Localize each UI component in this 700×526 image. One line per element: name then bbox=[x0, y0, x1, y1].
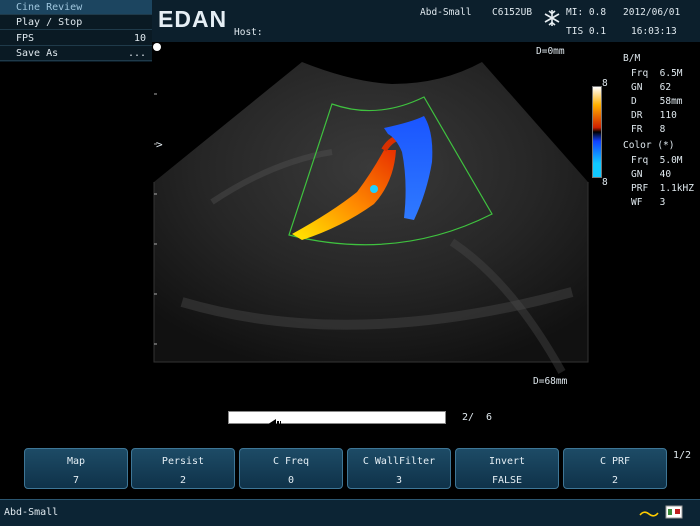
color-title: Color (*) bbox=[623, 140, 675, 151]
softkey-value: 0 bbox=[287, 475, 295, 486]
play-stop-label: Play / Stop bbox=[16, 17, 83, 28]
color-scale-top: 8 bbox=[602, 78, 608, 89]
softkey-label: Persist bbox=[161, 456, 205, 467]
softkey-label: C WallFilter bbox=[362, 456, 436, 467]
cine-review-item[interactable]: Cine Review bbox=[0, 0, 152, 15]
softkey-invert[interactable]: Invert FALSE bbox=[455, 448, 559, 489]
color-prf: PRF 1.1kHZ bbox=[631, 183, 694, 194]
fps-item[interactable]: FPS 10 bbox=[0, 31, 152, 46]
softkey-map[interactable]: Map 7 bbox=[24, 448, 128, 489]
play-stop-item[interactable]: Play / Stop bbox=[0, 15, 152, 30]
edan-logo: EDAN bbox=[158, 6, 228, 32]
cine-menu: Cine Review Play / Stop FPS 10 Save As .… bbox=[0, 0, 152, 62]
page-indicator[interactable]: 1/2 bbox=[673, 450, 691, 461]
color-wf: WF 3 bbox=[631, 197, 666, 208]
bm-d: D 58mm bbox=[631, 96, 683, 107]
host-label: Host: bbox=[234, 27, 263, 38]
softkey-label: C PRF bbox=[599, 456, 631, 467]
softkey-value: 2 bbox=[611, 475, 619, 486]
bm-frq: Frq 6.5M bbox=[631, 68, 683, 79]
depth-bottom: D=68mm bbox=[533, 376, 568, 387]
softkey-label: C Freq bbox=[272, 456, 310, 467]
fps-label: FPS bbox=[16, 33, 35, 44]
softkey-label: Map bbox=[66, 456, 86, 467]
color-gn: GN 40 bbox=[631, 169, 672, 180]
bm-dr: DR 110 bbox=[631, 110, 677, 121]
orientation-marker: > bbox=[156, 138, 163, 151]
tis-readout: TIS 0.1 bbox=[566, 26, 607, 37]
color-params: Frq 5.0M GN 40 PRF 1.1kHZ WF 3 bbox=[631, 154, 694, 210]
exam-name: Abd-Small bbox=[420, 7, 472, 18]
cine-total: 6 bbox=[486, 412, 493, 423]
cine-review-label: Cine Review bbox=[16, 2, 83, 13]
network-icon bbox=[665, 504, 683, 523]
softkey-persist[interactable]: Persist 2 bbox=[131, 448, 235, 489]
depth-top: D=0mm bbox=[536, 46, 565, 57]
cine-cursor-icon[interactable] bbox=[269, 413, 283, 428]
softkey-label: Invert bbox=[488, 456, 526, 467]
status-exam: Abd-Small bbox=[4, 507, 59, 518]
color-scale-bar bbox=[592, 86, 602, 178]
save-as-label: Save As bbox=[16, 48, 59, 59]
bm-fr: FR 8 bbox=[631, 124, 666, 135]
ultrasound-image bbox=[153, 43, 589, 374]
time-readout: 16:03:13 bbox=[631, 26, 677, 37]
color-scale-bottom: 8 bbox=[602, 177, 608, 188]
softkey-value: 7 bbox=[72, 475, 80, 486]
bm-gn: GN 62 bbox=[631, 82, 672, 93]
softkey-value: 2 bbox=[179, 475, 187, 486]
softkey-c-freq[interactable]: C Freq 0 bbox=[239, 448, 343, 489]
softkey-c-wallfilter[interactable]: C WallFilter 3 bbox=[347, 448, 451, 489]
freeze-icon bbox=[543, 9, 561, 31]
probe-name: C6152UB bbox=[492, 7, 533, 18]
softkey-c-prf[interactable]: C PRF 2 bbox=[563, 448, 667, 489]
mi-readout: MI: 0.8 bbox=[566, 7, 607, 18]
date-readout: 2012/06/01 bbox=[623, 7, 681, 18]
save-as-item[interactable]: Save As ... bbox=[0, 46, 152, 61]
wave-icon bbox=[639, 505, 659, 524]
cine-frame: 2/ bbox=[462, 412, 475, 423]
bm-title: B/M bbox=[623, 53, 641, 64]
bm-params: Frq 6.5M GN 62 D 58mm DR 110 FR 8 bbox=[631, 67, 683, 137]
cine-progress-bar[interactable] bbox=[228, 411, 446, 428]
status-bar bbox=[0, 499, 700, 526]
softkey-value: 3 bbox=[395, 475, 403, 486]
color-frq: Frq 5.0M bbox=[631, 155, 683, 166]
fps-value: 10 bbox=[133, 33, 146, 44]
softkey-value: FALSE bbox=[491, 475, 523, 486]
save-as-ellipsis: ... bbox=[127, 48, 146, 59]
